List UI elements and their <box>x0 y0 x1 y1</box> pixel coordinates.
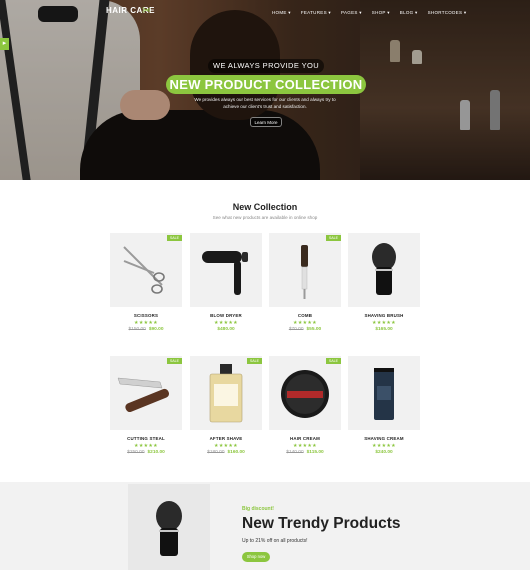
product-name[interactable]: BLOW DRYER <box>190 313 262 318</box>
scissors-image <box>123 246 165 294</box>
sale-badge: SALE <box>326 358 341 364</box>
old-price: $180.00 <box>207 450 225 455</box>
product-price: $180.00 $160.00 <box>190 450 262 455</box>
nav-blog[interactable]: BLOG ▾ <box>400 10 418 16</box>
current-price: $240.00 <box>375 450 393 455</box>
shaving-brush-image <box>372 243 396 295</box>
old-price: $140.00 <box>286 450 304 455</box>
product-price: $250.00 $210.00 <box>110 450 182 455</box>
current-price: $165.00 <box>375 327 393 332</box>
rating-stars: ★★★★★ <box>134 443 158 449</box>
nav-pages[interactable]: PAGES ▾ <box>341 10 362 16</box>
section-title: New Collection <box>232 202 298 212</box>
product-price: $480.00 <box>190 327 262 332</box>
product-price: $165.00 <box>348 327 420 332</box>
product-price: $70.00 $55.00 <box>269 327 341 332</box>
razor-logo-icon: ✂ <box>142 5 152 17</box>
product-name[interactable]: SHAVING CREAM <box>348 436 420 441</box>
current-price: $55.00 <box>306 327 322 332</box>
current-price: $480.00 <box>217 327 235 332</box>
old-price: $250.00 <box>127 450 145 455</box>
product-name[interactable]: CUTTING STEAL <box>110 436 182 441</box>
blow-dryer-image <box>202 251 248 295</box>
after-shave-bottle-image <box>209 364 243 423</box>
hair-cream-tin-image <box>281 370 329 418</box>
product-image[interactable] <box>190 233 262 307</box>
nav-shortcodes[interactable]: SHORTCODES ▾ <box>428 10 467 16</box>
rating-stars: ★★★★★ <box>134 320 158 326</box>
current-price: $210.00 <box>147 450 165 455</box>
product-image[interactable] <box>269 233 341 307</box>
product-image[interactable] <box>348 356 420 430</box>
product-card[interactable]: SALE SCISSORS ★★★★★ $150.00 $90.00 <box>110 233 182 339</box>
product-image[interactable] <box>269 356 341 430</box>
rating-stars: ★★★★★ <box>293 443 317 449</box>
nav-features[interactable]: FEATURES ▾ <box>301 10 331 16</box>
main-nav: HOME ▾ FEATURES ▾ PAGES ▾ SHOP ▾ BLOG ▾ … <box>272 10 466 16</box>
comb-image <box>301 245 308 299</box>
rating-stars: ★★★★★ <box>214 320 238 326</box>
product-price: $240.00 <box>348 450 420 455</box>
product-image[interactable] <box>110 233 182 307</box>
product-name[interactable]: HAIR CREAM <box>269 436 341 441</box>
product-card[interactable]: SHAVING CREAM ★★★★★ $240.00 <box>348 356 420 462</box>
hero-headline: NEW PRODUCT COLLECTION <box>166 75 366 94</box>
current-price: $160.00 <box>227 450 245 455</box>
product-image[interactable] <box>190 356 262 430</box>
promo-image <box>128 484 210 570</box>
sale-badge: SALE <box>167 235 182 241</box>
current-price: $90.00 <box>148 327 164 332</box>
product-card[interactable]: BLOW DRYER ★★★★★ $480.00 <box>190 233 262 339</box>
product-name[interactable]: AFTER SHAVE <box>190 436 262 441</box>
shop-now-button[interactable]: Shop now <box>242 552 270 562</box>
hero-description: We provides always our best services for… <box>194 97 336 109</box>
promo-title: New Trendy Products <box>242 515 401 532</box>
product-card[interactable]: SHAVING BRUSH ★★★★★ $165.00 <box>348 233 420 339</box>
current-price: $115.00 <box>306 450 324 455</box>
section-subtitle: See what new products are available in o… <box>212 215 318 220</box>
product-image[interactable] <box>348 233 420 307</box>
old-price: $150.00 <box>128 327 146 332</box>
learn-more-button[interactable]: Learn More <box>250 117 282 127</box>
promo-kicker: Big discount! <box>242 506 274 512</box>
sale-badge: SALE <box>326 235 341 241</box>
product-name[interactable]: COMB <box>269 313 341 318</box>
rating-stars: ★★★★★ <box>372 320 396 326</box>
cutting-steel-image <box>117 377 169 413</box>
promo-subtitle: Up to 21% off on all products! <box>242 538 308 544</box>
old-price: $70.00 <box>288 327 304 332</box>
product-card[interactable]: SALE HAIR CREAM ★★★★★ $140.00 $115.00 <box>269 356 341 462</box>
product-name[interactable]: SCISSORS <box>110 313 182 318</box>
product-price: $150.00 $90.00 <box>110 327 182 332</box>
rating-stars: ★★★★★ <box>372 443 396 449</box>
product-name[interactable]: SHAVING BRUSH <box>348 313 420 318</box>
sale-badge: SALE <box>167 358 182 364</box>
product-price: $140.00 $115.00 <box>269 450 341 455</box>
hero-tagline: WE ALWAYS PROVIDE YOU <box>208 59 324 73</box>
rating-stars: ★★★★★ <box>293 320 317 326</box>
sale-badge: SALE <box>247 358 262 364</box>
product-card[interactable]: SALE AFTER SHAVE ★★★★★ $180.00 $160.00 <box>190 356 262 462</box>
nav-shop[interactable]: SHOP ▾ <box>372 10 390 16</box>
product-image[interactable] <box>110 356 182 430</box>
product-card[interactable]: SALE COMB ★★★★★ $70.00 $55.00 <box>269 233 341 339</box>
product-card[interactable]: SALE CUTTING STEAL ★★★★★ $250.00 $210.00 <box>110 356 182 462</box>
nav-home[interactable]: HOME ▾ <box>272 10 291 16</box>
shaving-cream-tube-image <box>374 368 394 420</box>
side-panel-toggle[interactable]: ▸ <box>0 38 9 50</box>
shaving-brush-promo-image <box>156 501 182 556</box>
rating-stars: ★★★★★ <box>214 443 238 449</box>
